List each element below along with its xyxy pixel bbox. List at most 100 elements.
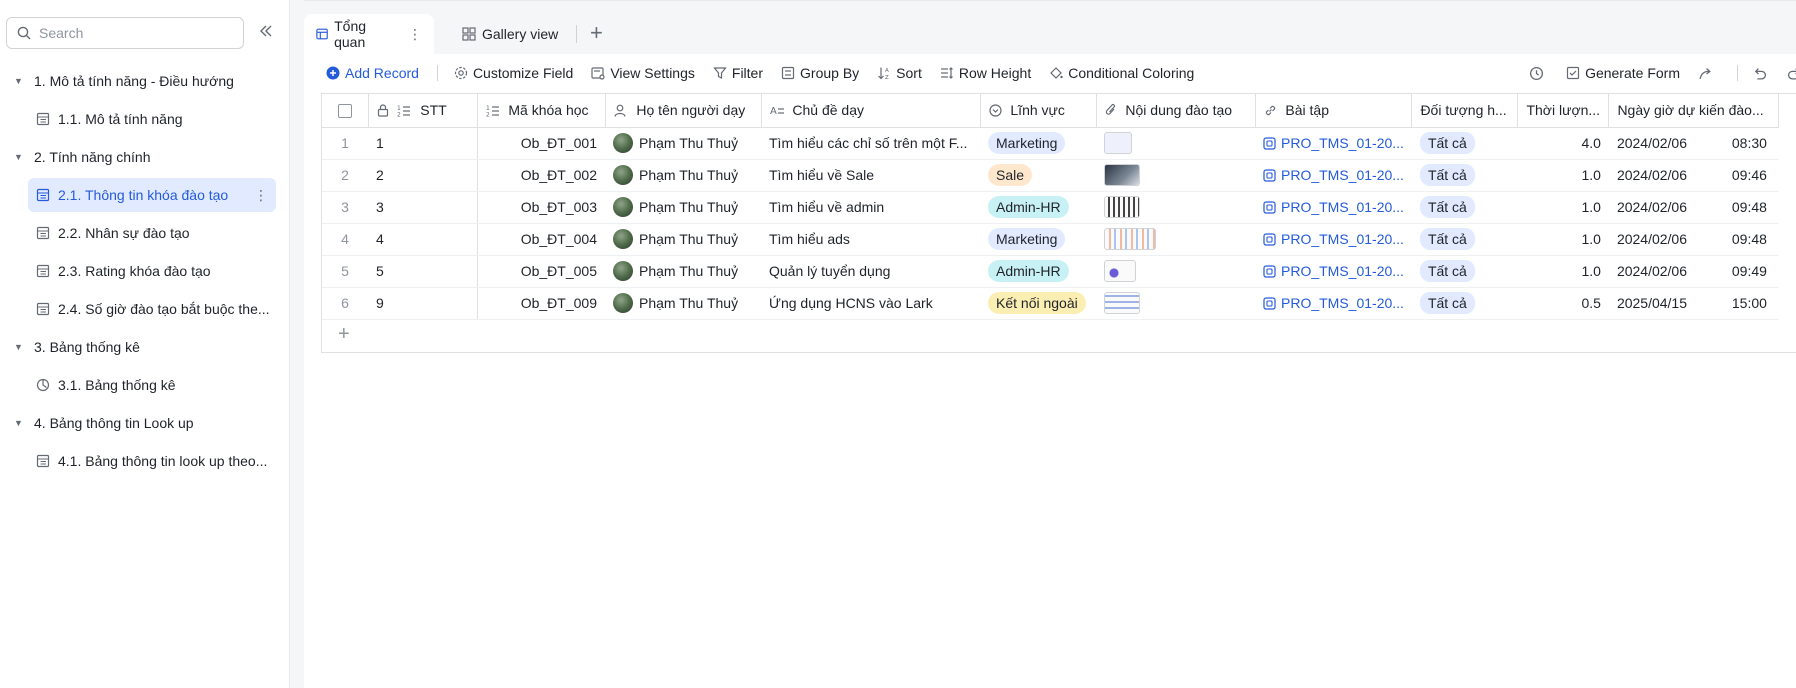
cell-target[interactable]: Tất cả [1411, 127, 1518, 160]
select-all-checkbox[interactable] [337, 104, 352, 119]
cell-topic[interactable]: Tìm hiểu về admin [761, 191, 980, 224]
column-header-ma-khoa-hoc[interactable]: 12 Mã khóa học [477, 94, 606, 128]
cell-homework[interactable]: PRO_TMS_01-20... [1255, 159, 1412, 192]
cell-target[interactable]: Tất cả [1411, 255, 1518, 288]
cell-field[interactable]: Marketing [980, 127, 1096, 160]
caret-down-icon[interactable]: ▼ [14, 76, 26, 86]
column-header-doi-tuong[interactable]: Đối tượng h... [1411, 94, 1519, 128]
cell-duration[interactable]: 0.5 [1517, 287, 1609, 320]
cell-teacher[interactable]: Phạm Thu Thuỷ [605, 223, 761, 256]
add-view-icon[interactable]: + [590, 22, 603, 44]
cell-field[interactable]: Admin-HR [980, 255, 1096, 288]
view-settings-button[interactable]: View Settings [591, 65, 695, 81]
customize-field-button[interactable]: Customize Field [454, 65, 573, 81]
cell-homework[interactable]: PRO_TMS_01-20... [1255, 287, 1412, 320]
cell-topic[interactable]: Tìm hiểu ads [761, 223, 980, 256]
sidebar-item[interactable]: 2.3. Rating khóa đào tạo [28, 254, 276, 288]
sidebar-item[interactable]: 2.2. Nhân sự đào tạo [28, 216, 276, 250]
attachment-thumbnail[interactable] [1104, 164, 1140, 186]
redo-icon[interactable] [1787, 66, 1796, 81]
table-row[interactable]: 3 3 Ob_ĐT_003 Phạm Thu Thuỷ Tìm hiểu về admi… [322, 191, 1779, 224]
cell-ma-khoa-hoc[interactable]: Ob_ĐT_001 [477, 127, 605, 160]
attachment-thumbnail[interactable] [1104, 228, 1156, 250]
add-record-button[interactable]: Add Record [326, 65, 419, 81]
attachment-thumbnail[interactable] [1104, 292, 1140, 314]
cell-attachment[interactable] [1096, 127, 1255, 160]
history-icon[interactable] [1529, 66, 1544, 81]
cell-teacher[interactable]: Phạm Thu Thuỷ [605, 287, 761, 320]
cell-attachment[interactable] [1096, 191, 1255, 224]
homework-link[interactable]: PRO_TMS_01-20... [1281, 263, 1404, 279]
cell-topic[interactable]: Ứng dụng HCNS vào Lark [761, 287, 980, 320]
row-height-button[interactable]: Row Height [940, 65, 1031, 81]
table-row[interactable]: 6 9 Ob_ĐT_009 Phạm Thu Thuỷ Ứng dụng HCNS và… [322, 287, 1779, 320]
cell-attachment[interactable] [1096, 159, 1255, 192]
cell-attachment[interactable] [1096, 223, 1255, 256]
cell-duration[interactable]: 1.0 [1517, 255, 1609, 288]
cell-stt[interactable]: 9 [368, 287, 478, 320]
filter-button[interactable]: Filter [713, 65, 763, 81]
cell-attachment[interactable] [1096, 255, 1255, 288]
homework-link[interactable]: PRO_TMS_01-20... [1281, 135, 1404, 151]
sort-button[interactable]: AZ Sort [877, 65, 922, 81]
cell-stt[interactable]: 1 [368, 127, 478, 160]
column-header-ngay-gio[interactable]: Ngày giờ dự kiến đào... [1608, 94, 1780, 128]
column-header-noi-dung-dao-tao[interactable]: Nội dung đào tạo [1096, 94, 1256, 128]
column-header-thoi-luong[interactable]: Thời lượn... [1517, 94, 1610, 128]
select-all-cell[interactable] [322, 94, 369, 128]
attachment-thumbnail[interactable] [1104, 260, 1136, 282]
sidebar-item[interactable]: 3.1. Bảng thống kê [28, 368, 276, 402]
table-row[interactable]: 1 1 Ob_ĐT_001 Phạm Thu Thuỷ Tìm hiểu các chỉ… [322, 127, 1779, 160]
sidebar-group[interactable]: ▼ 4. Bảng thông tin Look up [0, 406, 290, 440]
sidebar-item[interactable]: 1.1. Mô tả tính năng [28, 102, 276, 136]
cell-target[interactable]: Tất cả [1411, 223, 1518, 256]
cell-stt[interactable]: 5 [368, 255, 478, 288]
caret-down-icon[interactable]: ▼ [14, 152, 26, 162]
cell-duration[interactable]: 4.0 [1517, 127, 1609, 160]
cell-topic[interactable]: Quản lý tuyển dụng [761, 255, 980, 288]
cell-teacher[interactable]: Phạm Thu Thuỷ [605, 127, 761, 160]
cell-topic[interactable]: Tìm hiểu về Sale [761, 159, 980, 192]
cell-teacher[interactable]: Phạm Thu Thuỷ [605, 255, 761, 288]
cell-ma-khoa-hoc[interactable]: Ob_ĐT_003 [477, 191, 605, 224]
tab-tong-quan[interactable]: Tổng quan ⋮ [304, 14, 434, 54]
cell-datetime[interactable]: 2025/04/15 15:00 [1608, 287, 1779, 320]
cell-target[interactable]: Tất cả [1411, 159, 1518, 192]
search-box[interactable] [6, 17, 244, 49]
sidebar-group[interactable]: ▼ 2. Tính năng chính [0, 140, 290, 174]
more-icon[interactable]: ⋮ [254, 187, 268, 204]
cell-datetime[interactable]: 2024/02/06 09:49 [1608, 255, 1779, 288]
share-icon[interactable] [1698, 66, 1713, 81]
cell-homework[interactable]: PRO_TMS_01-20... [1255, 191, 1412, 224]
cell-ma-khoa-hoc[interactable]: Ob_ĐT_005 [477, 255, 605, 288]
cell-datetime[interactable]: 2024/02/06 09:46 [1608, 159, 1779, 192]
column-header-ho-ten-nguoi-day[interactable]: Họ tên người dạy [605, 94, 762, 128]
sidebar-item[interactable]: 2.4. Số giờ đào tạo bắt buộc the... [28, 292, 276, 326]
cell-homework[interactable]: PRO_TMS_01-20... [1255, 255, 1412, 288]
cell-ma-khoa-hoc[interactable]: Ob_ĐT_002 [477, 159, 605, 192]
sidebar-item[interactable]: 4.1. Bảng thông tin look up theo... [28, 444, 276, 478]
table-row[interactable]: 5 5 Ob_ĐT_005 Phạm Thu Thuỷ Quản lý tuyển dụ… [322, 255, 1779, 288]
cell-field[interactable]: Admin-HR [980, 191, 1096, 224]
column-header-linh-vuc[interactable]: Lĩnh vực [980, 94, 1097, 128]
cell-field[interactable]: Sale [980, 159, 1096, 192]
cell-field[interactable]: Kết nối ngoài [980, 287, 1096, 320]
attachment-thumbnail[interactable] [1104, 132, 1132, 154]
cell-stt[interactable]: 2 [368, 159, 478, 192]
homework-link[interactable]: PRO_TMS_01-20... [1281, 167, 1404, 183]
table-row[interactable]: 2 2 Ob_ĐT_002 Phạm Thu Thuỷ Tìm hiểu về Sale… [322, 159, 1779, 192]
cell-target[interactable]: Tất cả [1411, 287, 1518, 320]
conditional-coloring-button[interactable]: Conditional Coloring [1049, 65, 1194, 81]
caret-down-icon[interactable]: ▼ [14, 342, 26, 352]
cell-teacher[interactable]: Phạm Thu Thuỷ [605, 191, 761, 224]
cell-homework[interactable]: PRO_TMS_01-20... [1255, 127, 1412, 160]
cell-homework[interactable]: PRO_TMS_01-20... [1255, 223, 1412, 256]
collapse-sidebar-icon[interactable] [256, 22, 276, 42]
homework-link[interactable]: PRO_TMS_01-20... [1281, 295, 1404, 311]
cell-ma-khoa-hoc[interactable]: Ob_ĐT_004 [477, 223, 605, 256]
tab-gallery-view[interactable]: Gallery view [450, 14, 570, 54]
cell-field[interactable]: Marketing [980, 223, 1096, 256]
caret-down-icon[interactable]: ▼ [14, 418, 26, 428]
tab-more-icon[interactable]: ⋮ [408, 26, 422, 43]
cell-duration[interactable]: 1.0 [1517, 191, 1609, 224]
